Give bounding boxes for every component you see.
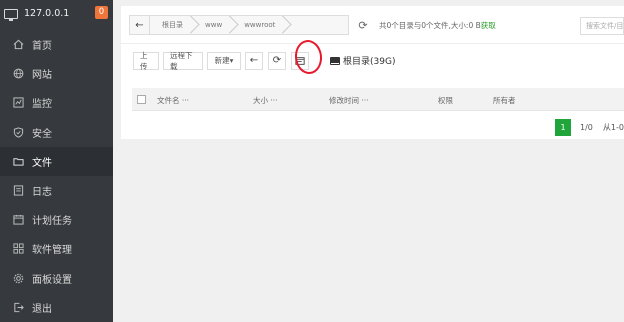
globe-icon bbox=[12, 68, 24, 80]
gear-icon bbox=[12, 272, 24, 284]
breadcrumb-item-root[interactable]: 根目录 bbox=[150, 16, 193, 34]
remote-download-button[interactable]: 远程下载 bbox=[163, 51, 203, 71]
disk-indicator[interactable]: 根目录(39G) bbox=[330, 54, 395, 67]
home-icon bbox=[12, 39, 24, 51]
address-bar: ← 根目录 www wwwroot ⟳ 共0个目录与0个文件,大小:0 B获取 bbox=[129, 14, 496, 36]
column-filename[interactable]: 文件名 ··· bbox=[157, 95, 189, 106]
sidebar: 127.0.0.1 0 首页 网站 监控 安全 文件 日志 计划任务 软件管理 … bbox=[0, 0, 113, 322]
page-info: 1/0 bbox=[580, 123, 593, 132]
sidebar-item-label: 网站 bbox=[32, 70, 52, 82]
host-address: 127.0.0.1 bbox=[24, 8, 70, 19]
get-size-link[interactable]: 获取 bbox=[481, 21, 496, 30]
back-arrow-icon[interactable]: ← bbox=[130, 16, 150, 34]
sidebar-item-monitor[interactable]: 监控 bbox=[0, 88, 113, 117]
breadcrumb-item-wwwroot[interactable]: wwwroot bbox=[232, 16, 285, 34]
column-size[interactable]: 大小 ··· bbox=[253, 95, 278, 106]
back-icon[interactable]: ← bbox=[245, 51, 263, 70]
sidebar-header: 127.0.0.1 0 bbox=[0, 0, 113, 27]
new-dropdown-button[interactable]: 新建▾ bbox=[207, 51, 241, 70]
sidebar-menu: 首页 网站 监控 安全 文件 日志 计划任务 软件管理 面板设置 退出 bbox=[0, 30, 113, 322]
notification-badge[interactable]: 0 bbox=[95, 6, 108, 19]
directory-summary: 共0个目录与0个文件,大小:0 B获取 bbox=[379, 20, 496, 30]
page-range: 从1-0 bbox=[602, 123, 624, 132]
column-modified[interactable]: 修改时间 ··· bbox=[329, 95, 369, 106]
sidebar-item-security[interactable]: 安全 bbox=[0, 118, 113, 147]
sidebar-item-label: 日志 bbox=[32, 187, 52, 199]
folder-icon bbox=[12, 155, 24, 167]
shield-icon bbox=[12, 126, 24, 138]
calendar-icon bbox=[12, 214, 24, 226]
upload-button[interactable]: 上传 bbox=[133, 51, 159, 71]
sidebar-item-label: 面板设置 bbox=[32, 274, 72, 286]
logout-icon bbox=[12, 301, 24, 313]
sidebar-item-label: 首页 bbox=[32, 41, 52, 53]
sidebar-item-label: 计划任务 bbox=[32, 216, 72, 228]
breadcrumb: ← 根目录 www wwwroot bbox=[129, 15, 349, 35]
monitor-icon bbox=[4, 8, 18, 21]
sidebar-item-logs[interactable]: 日志 bbox=[0, 176, 113, 205]
divider bbox=[121, 43, 624, 44]
sidebar-item-home[interactable]: 首页 bbox=[0, 30, 113, 59]
sidebar-item-files[interactable]: 文件 bbox=[0, 146, 113, 176]
file-table-header: 文件名 ··· 大小 ··· 修改时间 ··· 权限 所有者 bbox=[132, 88, 624, 111]
sidebar-item-website[interactable]: 网站 bbox=[0, 59, 113, 88]
search-input[interactable]: 搜索文件/目 bbox=[580, 17, 624, 35]
disk-label: 根目录(39G) bbox=[343, 57, 396, 67]
monitor-chart-icon bbox=[12, 97, 24, 109]
sidebar-item-label: 监控 bbox=[32, 99, 52, 111]
refresh-path-icon[interactable]: ⟳ bbox=[353, 15, 373, 35]
select-all-checkbox[interactable] bbox=[137, 94, 146, 104]
page-number-current[interactable]: 1 bbox=[555, 119, 571, 136]
file-toolbar: 上传 远程下载 新建▾ ← ⟳ 根目录(39G) bbox=[133, 51, 395, 71]
pagination: 1 1/0 从1-0 bbox=[555, 119, 624, 136]
hard-drive-icon bbox=[330, 56, 340, 65]
column-permission: 权限 bbox=[438, 96, 453, 105]
sidebar-item-label: 退出 bbox=[32, 303, 52, 315]
refresh-icon[interactable]: ⟳ bbox=[268, 51, 286, 70]
apps-icon bbox=[12, 243, 24, 255]
sidebar-item-settings[interactable]: 面板设置 bbox=[0, 264, 113, 293]
sidebar-item-cron[interactable]: 计划任务 bbox=[0, 205, 113, 234]
sidebar-item-logout[interactable]: 退出 bbox=[0, 293, 113, 322]
log-icon bbox=[12, 185, 24, 197]
sidebar-item-label: 安全 bbox=[32, 128, 52, 140]
file-manager-panel: ← 根目录 www wwwroot ⟳ 共0个目录与0个文件,大小:0 B获取 … bbox=[121, 6, 624, 139]
sidebar-item-label: 文件 bbox=[32, 157, 52, 169]
sidebar-item-software[interactable]: 软件管理 bbox=[0, 234, 113, 263]
column-owner: 所有者 bbox=[493, 96, 516, 105]
sidebar-item-label: 软件管理 bbox=[32, 245, 72, 257]
